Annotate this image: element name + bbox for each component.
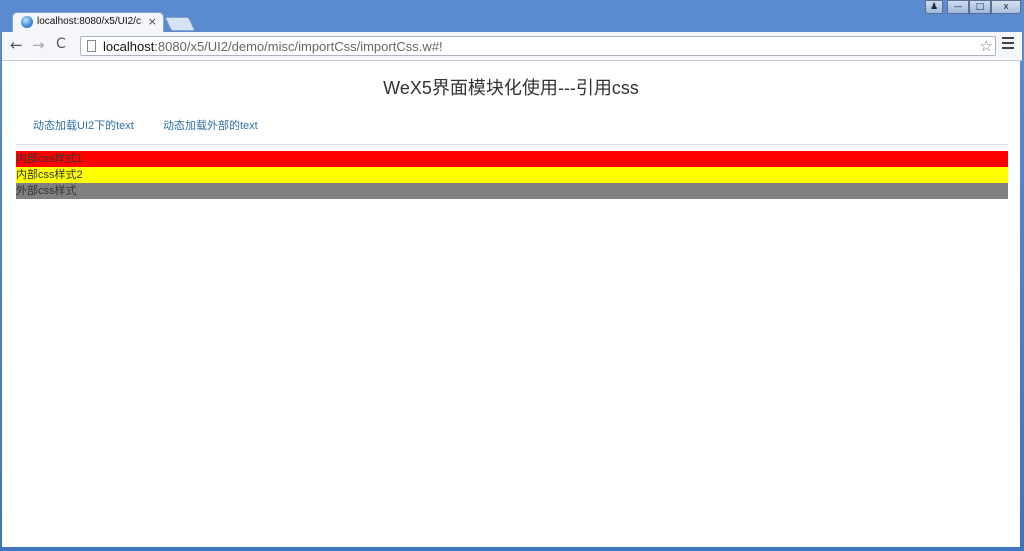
divider [16,144,1008,145]
address-bar[interactable]: localhost:8080/x5/UI2/demo/misc/importCs… [80,36,996,56]
maximize-button[interactable]: □ [969,0,991,14]
page-title: WeX5界面模块化使用---引用css [383,78,639,98]
user-icon[interactable]: ♟ [925,0,943,14]
globe-icon [21,16,33,28]
title-bar: localhost:8080/x5/UI2/c × ♟ — □ x [0,0,1024,32]
page-icon [87,40,96,52]
page-viewport: WeX5界面模块化使用---引用css 动态加载UI2下的text 动态加载外部… [2,61,1020,547]
back-arrow-icon[interactable]: ← [10,36,23,54]
url-path: :8080/x5/UI2/demo/misc/importCss/importC… [154,39,443,54]
internal-css-style-2-row: 内部css样式2 [16,167,1008,183]
forward-arrow-icon[interactable]: → [32,36,45,54]
tab-title: localhost:8080/x5/UI2/c [37,16,141,27]
bookmark-star-icon[interactable]: ☆ [980,37,993,55]
menu-icon[interactable] [1002,37,1014,49]
close-window-button[interactable]: x [991,0,1021,14]
new-tab-button[interactable] [164,17,196,31]
browser-tab[interactable]: localhost:8080/x5/UI2/c × [12,12,164,32]
load-ui2-text-link[interactable]: 动态加载UI2下的text [33,117,134,133]
browser-window: localhost:8080/x5/UI2/c × ♟ — □ x ← → C … [0,0,1024,551]
url-text[interactable]: localhost:8080/x5/UI2/demo/misc/importCs… [103,39,443,54]
close-tab-icon[interactable]: × [148,15,157,28]
reload-icon[interactable]: C [56,36,66,52]
external-css-style-row: 外部css样式 [16,183,1008,199]
load-external-text-link[interactable]: 动态加载外部的text [163,117,258,133]
browser-toolbar: ← → C localhost:8080/x5/UI2/demo/misc/im… [2,32,1022,61]
url-host: localhost [103,39,155,54]
minimize-button[interactable]: — [947,0,969,14]
internal-css-style-1-row: 内部css样式1 [16,151,1008,167]
